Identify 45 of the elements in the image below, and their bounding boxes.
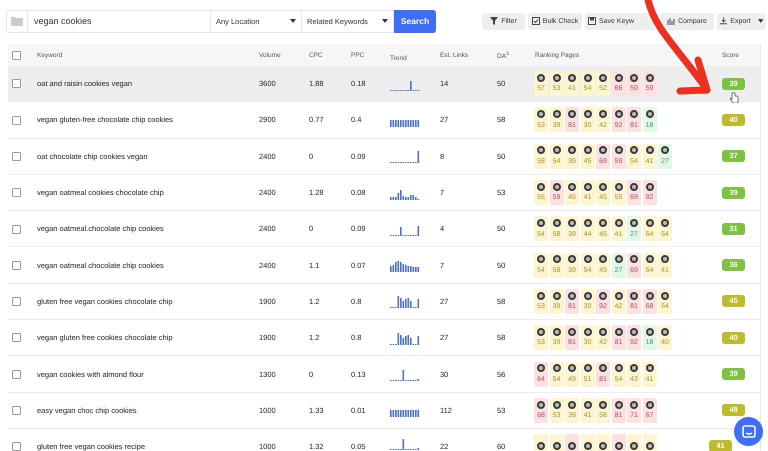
checkbox[interactable]: [12, 406, 21, 416]
bar-chart-icon: [667, 17, 676, 25]
search-button[interactable]: Search: [394, 10, 436, 32]
ranking-page[interactable]: [580, 434, 594, 451]
checkbox[interactable]: [12, 50, 21, 60]
checkbox[interactable]: [12, 188, 21, 198]
caret-icon: [382, 19, 388, 23]
checkbox[interactable]: [12, 370, 21, 379]
checkbox[interactable]: [12, 79, 21, 88]
checkbox[interactable]: [12, 116, 21, 125]
ranking-page[interactable]: [612, 434, 626, 451]
checkbox[interactable]: [12, 442, 21, 451]
save-icon: [588, 17, 596, 25]
trend-sparkline: [390, 261, 420, 272]
trend-sparkline: [390, 332, 420, 345]
ranking-page[interactable]: [642, 434, 656, 451]
caret-icon: [758, 19, 763, 23]
trend-sparkline: [390, 410, 420, 418]
chat-icon: [742, 425, 756, 438]
trend-sparkline: [390, 370, 420, 382]
trend-sparkline: [390, 438, 420, 450]
trend-sparkline: [390, 80, 420, 91]
checkbox[interactable]: [12, 224, 21, 234]
checkbox[interactable]: [12, 260, 21, 270]
ranking-page[interactable]: [596, 434, 610, 451]
checkbox[interactable]: [12, 297, 21, 306]
ranking-page[interactable]: [627, 434, 641, 451]
download-icon: [720, 17, 728, 25]
checkbox[interactable]: [12, 333, 21, 342]
ranking-page[interactable]: [565, 434, 579, 451]
search-input[interactable]: vegan cookies: [28, 10, 210, 32]
ranking-page[interactable]: [534, 434, 548, 451]
hand-cursor-icon: [730, 92, 739, 103]
trend-sparkline: [390, 120, 420, 127]
trend-sparkline: [390, 296, 420, 308]
caret-icon: [290, 19, 296, 23]
folder-icon: [6, 10, 28, 32]
checkbox[interactable]: [12, 152, 21, 161]
checkbox-icon: [532, 17, 540, 25]
trend-sparkline: [390, 226, 420, 236]
filter-icon: [490, 17, 498, 25]
ranking-page[interactable]: [550, 434, 564, 451]
chat-button[interactable]: [734, 417, 763, 446]
trend-sparkline: [390, 151, 420, 164]
trend-sparkline: [390, 190, 420, 200]
